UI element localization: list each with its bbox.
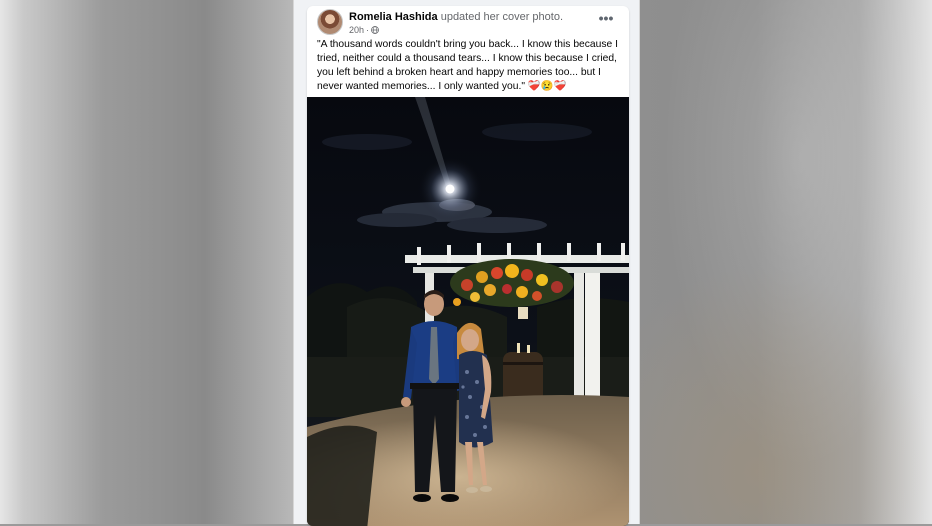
author-name[interactable]: Romelia Hashida (349, 11, 438, 23)
blurred-background-right (640, 0, 932, 524)
globe-icon[interactable] (371, 26, 379, 34)
post-timestamp[interactable]: 20h (349, 25, 364, 35)
lantern (518, 307, 528, 319)
foreground-shrubs (307, 425, 377, 526)
moon (445, 184, 455, 194)
more-options-icon[interactable]: ••• (597, 11, 615, 27)
post-card: Romelia Hashida updated her cover photo.… (307, 6, 629, 526)
post-meta: 20h · (349, 25, 379, 35)
post-title-line: Romelia Hashida updated her cover photo. (349, 11, 563, 23)
blurred-background-left (0, 0, 293, 524)
flower-arrangement (450, 259, 574, 307)
post-caption: "A thousand words couldn't bring you bac… (317, 39, 618, 92)
feed-column: Romelia Hashida updated her cover photo.… (293, 0, 640, 526)
post-action-text: updated her cover photo. (440, 11, 564, 23)
meta-separator: · (366, 25, 370, 35)
author-avatar[interactable] (317, 9, 343, 35)
cover-photo[interactable] (307, 97, 629, 526)
post-header: Romelia Hashida updated her cover photo.… (317, 9, 619, 39)
